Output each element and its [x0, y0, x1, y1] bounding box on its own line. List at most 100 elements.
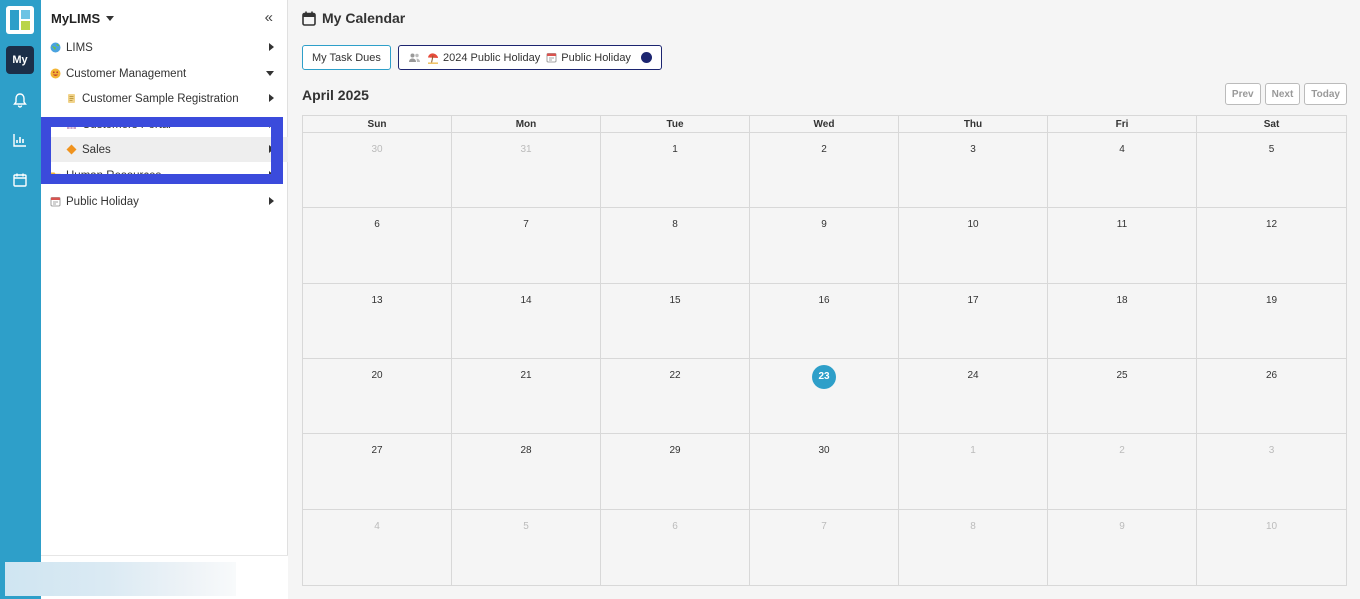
sidebar-item-customer-management[interactable]: Customer Management [41, 61, 288, 86]
day-number: 30 [371, 144, 383, 155]
sidebar-item-human-resources[interactable]: Human Resources [41, 163, 288, 188]
chart-icon[interactable] [9, 129, 31, 151]
calendar-filter-group: 2024 Public Holiday Public Holiday [398, 45, 662, 70]
day-cell[interactable]: 2 [750, 133, 899, 209]
sidebar-item-lims[interactable]: LIMS [41, 35, 288, 60]
day-number: 2 [821, 144, 827, 155]
page-title-text: My Calendar [322, 10, 406, 26]
filter-2024-public-holiday[interactable]: 2024 Public Holiday [427, 52, 540, 64]
day-cell[interactable]: 5 [1197, 133, 1346, 209]
day-cell[interactable]: 31 [452, 133, 601, 209]
day-number: 1 [970, 445, 976, 457]
weekday-header: Sun Mon Tue Wed Thu Fri Sat [303, 116, 1346, 133]
day-cell[interactable]: 30 [750, 434, 899, 510]
day-cell[interactable]: 7 [452, 208, 601, 284]
day-number: 10 [1265, 520, 1278, 532]
day-number: 28 [520, 445, 532, 457]
sidebar-item-label: Customers Portal [82, 118, 171, 131]
chevron-right-icon [269, 120, 274, 128]
day-cell[interactable]: 4 [1048, 133, 1197, 209]
day-cell[interactable]: 27 [303, 434, 452, 510]
sidebar-item-customer-sample-registration[interactable]: Customer Sample Registration [41, 86, 288, 111]
calendar-icon [50, 196, 61, 207]
day-cell[interactable]: 26 [1197, 359, 1346, 435]
day-cell[interactable]: 5 [452, 509, 601, 585]
day-number: 24 [967, 370, 979, 381]
chevron-right-icon [269, 145, 274, 153]
day-number: 11 [1116, 219, 1128, 231]
day-cell[interactable]: 15 [601, 283, 750, 359]
day-cell[interactable]: 2 [1048, 434, 1197, 510]
smiley-icon [50, 68, 61, 79]
month-label: April 2025 [302, 87, 369, 103]
day-cell[interactable]: 14 [452, 283, 601, 359]
day-cell[interactable]: 23 [750, 359, 899, 435]
day-number: 30 [818, 445, 830, 457]
next-button[interactable]: Next [1264, 83, 1301, 105]
day-cell[interactable]: 10 [1197, 510, 1346, 585]
day-number: 16 [818, 294, 830, 306]
day-number: 31 [520, 144, 532, 155]
day-cell[interactable]: 3 [1197, 434, 1346, 510]
day-cell[interactable]: 24 [899, 359, 1048, 435]
calendar-grid: 30 31 1 2 3 4 5 6 7 8 9 10 11 12 13 14 15 16 17 18 19 20 21 22 2… [303, 133, 1346, 585]
day-number: 7 [523, 219, 529, 231]
sidebar-title: MyLIMS [51, 11, 101, 26]
day-cell[interactable]: 9 [750, 208, 899, 284]
day-cell[interactable]: 1 [601, 133, 750, 209]
day-cell[interactable]: 8 [601, 208, 750, 284]
weekday-label: Tue [601, 116, 750, 133]
day-cell[interactable]: 19 [1197, 284, 1346, 359]
day-cell[interactable]: 22 [601, 359, 750, 435]
user-profile-footer[interactable] [5, 555, 288, 599]
filter-public-holiday[interactable]: Public Holiday [546, 52, 631, 64]
day-cell[interactable]: 3 [899, 133, 1048, 209]
sidebar-item-customers-portal[interactable]: Customers Portal [41, 112, 288, 137]
my-module-button[interactable]: My [6, 46, 34, 74]
day-cell[interactable]: 1 [899, 434, 1048, 510]
color-dot-icon[interactable] [640, 52, 652, 63]
day-cell[interactable]: 9 [1048, 509, 1197, 585]
main-content: My Calendar My Task Dues 2024 Public Hol… [289, 0, 1360, 599]
day-number: 3 [970, 144, 976, 155]
day-cell[interactable]: 11 [1048, 208, 1197, 284]
day-number: 22 [669, 370, 681, 381]
app-logo[interactable] [6, 6, 34, 34]
day-cell[interactable]: 20 [303, 359, 452, 435]
day-cell[interactable]: 25 [1048, 359, 1197, 435]
day-cell[interactable]: 8 [899, 509, 1048, 585]
chevron-down-icon [106, 16, 115, 21]
sidebar-item-public-holiday[interactable]: Public Holiday [41, 189, 288, 214]
sidebar-title-dropdown[interactable]: MyLIMS [51, 11, 115, 26]
day-cell[interactable]: 6 [303, 208, 452, 284]
calendar-nav: Prev Next Today [1224, 83, 1347, 105]
grid-icon [66, 119, 77, 130]
day-cell[interactable]: 28 [452, 434, 601, 510]
sidebar-item-label: Customer Sample Registration [82, 92, 239, 105]
today-button[interactable]: Today [1304, 83, 1347, 105]
day-cell[interactable]: 21 [452, 359, 601, 435]
collapse-sidebar-icon[interactable]: « [265, 9, 273, 26]
day-number: 6 [374, 219, 380, 231]
day-cell[interactable]: 12 [1197, 208, 1346, 284]
day-number: 9 [821, 219, 827, 231]
day-cell[interactable]: 13 [303, 283, 452, 359]
day-cell[interactable]: 17 [899, 283, 1048, 359]
sidebar-item-sales[interactable]: Sales [41, 137, 288, 162]
day-cell[interactable]: 16 [750, 283, 899, 359]
day-cell[interactable]: 4 [303, 509, 452, 585]
calendar-icon[interactable] [9, 169, 31, 191]
day-cell[interactable]: 7 [750, 509, 899, 585]
day-cell[interactable]: 30 [303, 133, 452, 209]
chevron-right-icon [269, 94, 274, 102]
my-task-dues-button[interactable]: My Task Dues [302, 45, 391, 70]
day-cell[interactable]: 10 [899, 208, 1048, 284]
users-icon[interactable] [408, 52, 421, 63]
bell-icon[interactable] [9, 89, 31, 111]
day-cell[interactable]: 6 [601, 509, 750, 585]
prev-button[interactable]: Prev [1224, 83, 1261, 105]
day-cell[interactable]: 29 [601, 434, 750, 510]
day-cell[interactable]: 18 [1048, 283, 1197, 359]
day-number: 9 [1119, 520, 1125, 532]
day-number: 26 [1265, 370, 1278, 381]
